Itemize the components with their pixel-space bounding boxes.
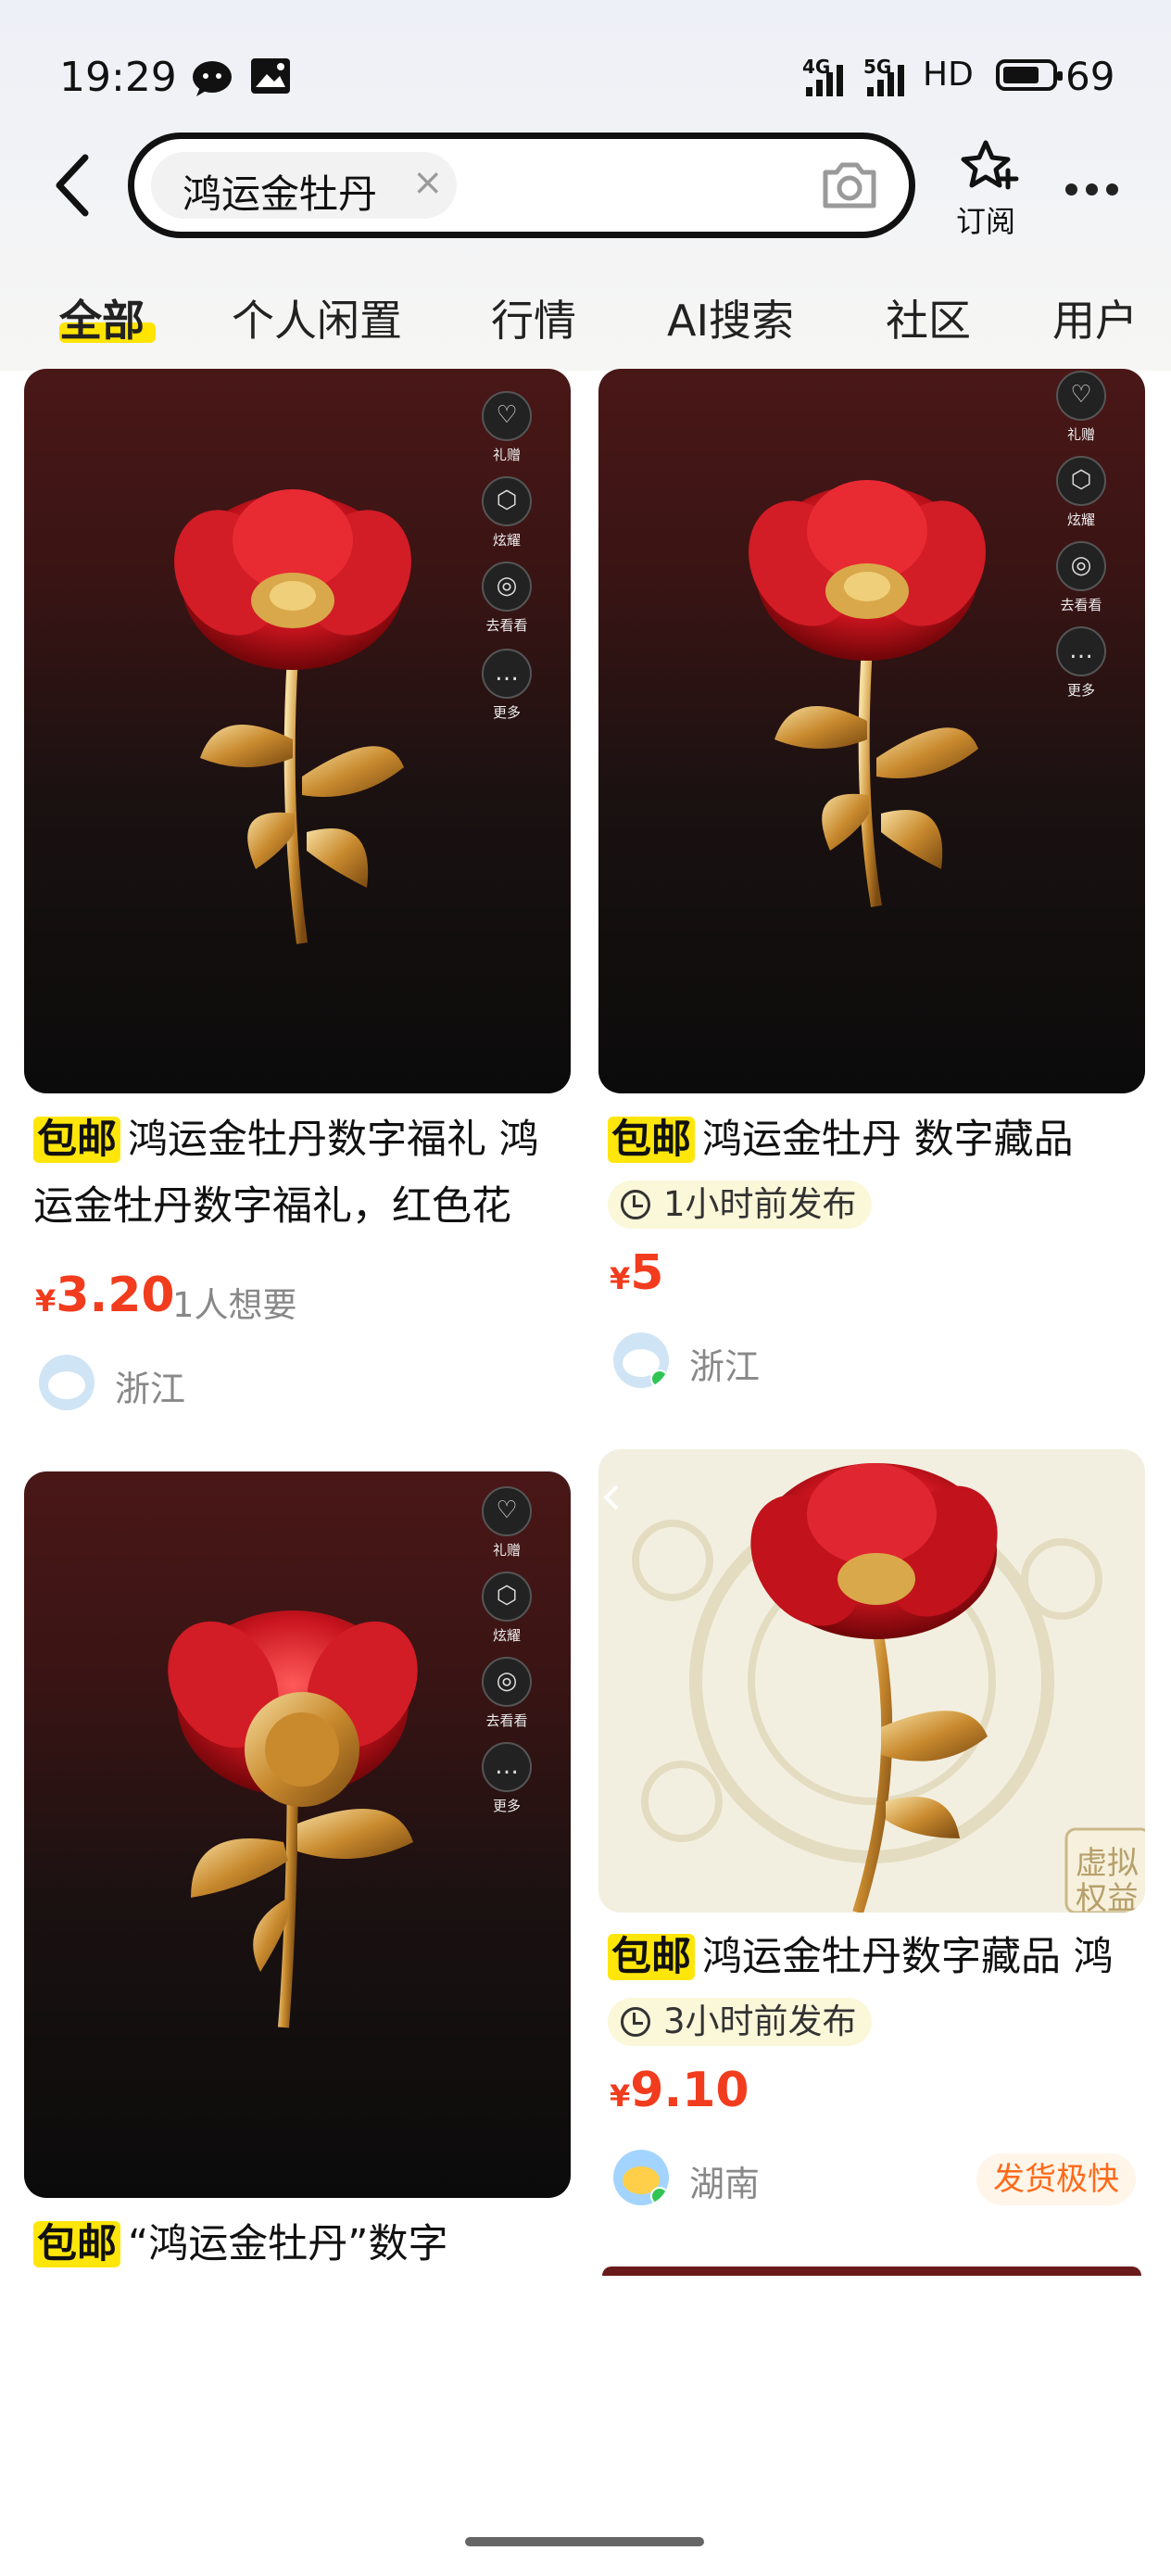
tab-personal-idle[interactable]: 个人闲置	[232, 287, 402, 348]
posted-time-badge: 1小时前发布	[608, 1181, 872, 1229]
free-shipping-tag: 包邮	[33, 1117, 120, 1163]
hd-label: HD	[923, 56, 974, 94]
category-tabs: 全部 个人闲置 行情 AI搜索 社区 用户	[0, 278, 1171, 361]
more-icon[interactable]: … 更多	[480, 1742, 534, 1815]
seller-location: 浙江	[115, 1369, 186, 1409]
seller-avatar[interactable]	[613, 1332, 669, 1388]
side-icon-label: 去看看	[1060, 597, 1102, 613]
virtual-rights-watermark: 虚拟	[1076, 1845, 1139, 1882]
side-icon-label: 更多	[1066, 682, 1095, 699]
product-title-text: 鸿运金牡丹 数字藏品	[702, 1117, 1074, 1163]
tab-users[interactable]: 用户	[1052, 287, 1138, 348]
battery-level: 69	[1065, 54, 1115, 99]
want-count: 1人想要	[172, 1285, 297, 1325]
clock: 19:29	[59, 54, 177, 101]
show-off-icon[interactable]: ⬡ 炫耀	[480, 1572, 534, 1645]
seller-avatar[interactable]	[613, 2150, 669, 2205]
product-price: ¥3.20	[35, 1268, 175, 1323]
side-icon-label: 礼赠	[492, 447, 521, 463]
tab-ai-search[interactable]: AI搜索	[667, 287, 794, 348]
product-title[interactable]: 包邮 “鸿运金牡丹”数字	[33, 2211, 571, 2278]
more-icon[interactable]: … 更多	[480, 649, 534, 722]
show-off-icon[interactable]: ⬡ 炫耀	[480, 476, 534, 549]
product-title-text: “鸿运金牡丹”数字	[128, 2221, 448, 2267]
peony-flower-image: 虚拟 权益	[603, 1463, 1145, 1913]
tab-all[interactable]: 全部	[59, 287, 145, 348]
product-image[interactable]: 虚拟 权益	[598, 1449, 1145, 1913]
free-shipping-tag: 包邮	[608, 1117, 695, 1163]
seller-avatar[interactable]	[39, 1355, 94, 1410]
chat-bubble-icon	[193, 61, 232, 96]
gift-icon[interactable]: ♡ 礼赠	[480, 391, 534, 464]
side-icon-label: 礼赠	[1066, 426, 1095, 443]
svg-text:权益: 权益	[1076, 1880, 1139, 1913]
tab-community[interactable]: 社区	[886, 287, 971, 348]
product-title[interactable]: 包邮 鸿运金牡丹数字藏品 鸿	[608, 1924, 1145, 1990]
tab-market[interactable]: 行情	[491, 287, 576, 348]
search-query: 鸿运金牡丹	[183, 171, 378, 217]
gift-icon[interactable]: ♡ 礼赠	[480, 1486, 534, 1559]
next-product-image-edge	[602, 2267, 1141, 2276]
product-price: ¥9.10	[610, 2063, 749, 2118]
signal-icon-2	[867, 65, 904, 96]
more-options-icon[interactable]	[1065, 182, 1127, 199]
signal-icon	[806, 65, 843, 96]
view-icon[interactable]: ◎ 去看看	[480, 562, 534, 635]
side-icon-label: 更多	[492, 704, 521, 721]
view-icon[interactable]: ◎ 去看看	[1054, 541, 1108, 614]
posted-time-badge: 3小时前发布	[608, 1998, 872, 2046]
side-icon-label: 更多	[492, 1798, 521, 1814]
more-icon[interactable]: … 更多	[1054, 626, 1108, 700]
side-icon-label: 炫耀	[492, 532, 521, 549]
back-arrow-icon[interactable]	[48, 152, 104, 219]
seller-location: 湖南	[689, 2164, 761, 2204]
clear-query-icon[interactable]: ×	[412, 161, 444, 204]
search-query-chip[interactable]: 鸿运金牡丹 ×	[151, 152, 457, 219]
free-shipping-tag: 包邮	[33, 2221, 120, 2267]
camera-icon[interactable]	[820, 159, 879, 211]
show-off-icon[interactable]: ⬡ 炫耀	[1054, 456, 1108, 529]
side-icon-label: 炫耀	[492, 1627, 521, 1644]
search-box[interactable]: 鸿运金牡丹 ×	[128, 133, 915, 238]
home-indicator[interactable]	[465, 2537, 704, 2546]
battery-icon	[996, 59, 1063, 91]
side-icon-label: 去看看	[485, 1712, 528, 1729]
view-icon[interactable]: ◎ 去看看	[480, 1657, 534, 1730]
product-title[interactable]: 包邮 鸿运金牡丹 数字藏品	[608, 1106, 1145, 1173]
image-notification-icon	[251, 58, 290, 94]
free-shipping-tag: 包邮	[608, 1934, 695, 1980]
side-icon-label: 去看看	[485, 617, 528, 634]
subscribe-button[interactable]: 订阅	[956, 198, 1015, 241]
product-title[interactable]: 包邮 鸿运金牡丹数字福礼 鸿运金牡丹数字福礼，红色花	[33, 1106, 571, 1240]
clock-icon	[621, 2007, 650, 2037]
subscribe-star-icon[interactable]	[954, 137, 1025, 195]
seller-location: 浙江	[689, 1346, 761, 1387]
side-icon-label: 礼赠	[492, 1542, 521, 1559]
product-price: ¥5	[610, 1245, 664, 1301]
gift-icon[interactable]: ♡ 礼赠	[1054, 371, 1108, 444]
fast-shipping-badge: 发货极快	[976, 2153, 1136, 2205]
clock-icon	[621, 1190, 650, 1219]
product-title-text: 鸿运金牡丹数字藏品 鸿	[702, 1934, 1114, 1980]
side-icon-label: 炫耀	[1066, 511, 1095, 528]
